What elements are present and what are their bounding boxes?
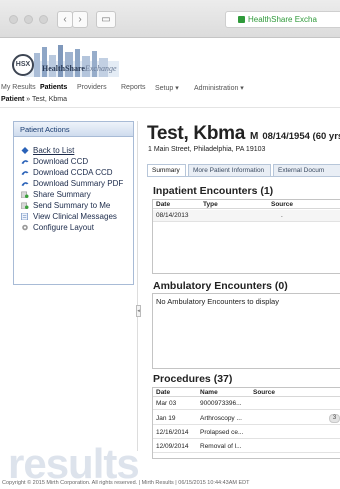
download-icon bbox=[21, 160, 29, 165]
minimize-window-icon[interactable] bbox=[24, 15, 33, 24]
send-icon bbox=[21, 202, 29, 209]
count-badge: 3 bbox=[329, 414, 340, 423]
table-row[interactable]: 08/14/2013 . bbox=[153, 210, 340, 222]
lock-icon bbox=[238, 16, 245, 23]
patient-actions-title: Patient Actions bbox=[14, 122, 133, 137]
ambulatory-encounters-panel: No Ambulatory Encounters to display bbox=[152, 293, 340, 369]
zoom-window-icon[interactable] bbox=[39, 15, 48, 24]
patient-actions-panel: Patient Actions Back to List Download CC… bbox=[13, 121, 134, 285]
site-header: HSX HealthShareExchange bbox=[0, 39, 340, 81]
inpatient-encounters-panel: Date Type Source 08/14/2013 . bbox=[152, 199, 340, 274]
share-summary-link[interactable]: Share Summary bbox=[21, 190, 91, 200]
nav-patients[interactable]: Patients bbox=[40, 84, 67, 91]
patient-sex: M bbox=[250, 131, 259, 142]
download-icon bbox=[21, 182, 29, 187]
patient-name: Test, Kbma bbox=[147, 123, 246, 144]
nav-my-results[interactable]: My Results bbox=[1, 84, 36, 91]
breadcrumb: Patient » Test, Kbma bbox=[0, 96, 340, 108]
tab-divider bbox=[147, 176, 340, 177]
nav-setup[interactable]: Setup ▾ bbox=[155, 84, 179, 92]
download-ccd-link[interactable]: Download CCD bbox=[21, 157, 88, 167]
view-clinical-messages-link[interactable]: View Clinical Messages bbox=[21, 212, 117, 222]
table-header: Date Type Source bbox=[153, 200, 340, 209]
procedures-panel: Date Name Source Mar 03 9000973396... Ja… bbox=[152, 387, 340, 459]
download-summary-pdf-link[interactable]: Download Summary PDF bbox=[21, 179, 123, 189]
close-window-icon[interactable] bbox=[9, 15, 18, 24]
sidebar-toggle-button[interactable]: ▭ bbox=[96, 11, 116, 28]
nav-reports[interactable]: Reports bbox=[121, 84, 146, 91]
ambulatory-encounters-title: Ambulatory Encounters (0) bbox=[153, 280, 288, 292]
patient-address: 1 Main Street, Philadelphia, PA 19103 bbox=[148, 146, 266, 153]
download-ccda-ccd-link[interactable]: Download CCDA CCD bbox=[21, 168, 113, 178]
share-icon bbox=[21, 191, 29, 198]
footer-copyright: Copyright © 2015 Mirth Corporation. All … bbox=[2, 480, 250, 486]
table-row[interactable]: 12/09/2014 Removal of l... bbox=[153, 441, 340, 453]
hsx-logo-badge: HSX bbox=[12, 54, 34, 76]
back-to-list-link[interactable]: Back to List bbox=[21, 146, 74, 156]
gear-icon bbox=[22, 224, 28, 231]
table-row[interactable]: Mar 03 9000973396... bbox=[153, 398, 340, 410]
patient-dob: 08/14/1954 (60 yrs bbox=[262, 131, 340, 142]
breadcrumb-root[interactable]: Patient bbox=[1, 96, 24, 103]
send-summary-link[interactable]: Send Summary to Me bbox=[21, 201, 110, 211]
breadcrumb-separator: » bbox=[24, 96, 32, 103]
pane-splitter[interactable] bbox=[137, 121, 138, 451]
main-nav: My Results Patients Providers Reports Se… bbox=[0, 83, 340, 96]
procedures-title: Procedures (37) bbox=[153, 373, 233, 385]
inpatient-encounters-title: Inpatient Encounters (1) bbox=[153, 185, 274, 197]
table-row[interactable]: Jan 19 Arthroscopy ... 3 bbox=[153, 413, 340, 425]
address-bar-text: HealthShare Excha bbox=[248, 15, 317, 24]
browser-toolbar: ‹ › ▭ HealthShare Excha bbox=[0, 0, 340, 38]
diamond-icon bbox=[21, 147, 29, 154]
patient-heading: Test, Kbma M 08/14/1954 (60 yrs bbox=[147, 123, 340, 145]
messages-icon bbox=[21, 213, 28, 220]
download-icon bbox=[21, 171, 29, 176]
breadcrumb-current: Test, Kbma bbox=[32, 96, 68, 103]
empty-state-message: No Ambulatory Encounters to display bbox=[156, 297, 279, 306]
logo-wordmark: HealthShareExchange bbox=[42, 64, 117, 73]
collapse-left-pane-handle[interactable]: ◂ bbox=[136, 305, 141, 317]
table-header: Date Name Source bbox=[153, 388, 340, 397]
nav-administration[interactable]: Administration ▾ bbox=[194, 84, 244, 92]
nav-providers[interactable]: Providers bbox=[77, 84, 107, 91]
address-bar[interactable]: HealthShare Excha bbox=[225, 11, 340, 28]
forward-button[interactable]: › bbox=[72, 11, 88, 28]
configure-layout-link[interactable]: Configure Layout bbox=[21, 223, 94, 233]
table-row[interactable]: 12/16/2014 Prolapsed ce... bbox=[153, 427, 340, 439]
back-button[interactable]: ‹ bbox=[57, 11, 73, 28]
